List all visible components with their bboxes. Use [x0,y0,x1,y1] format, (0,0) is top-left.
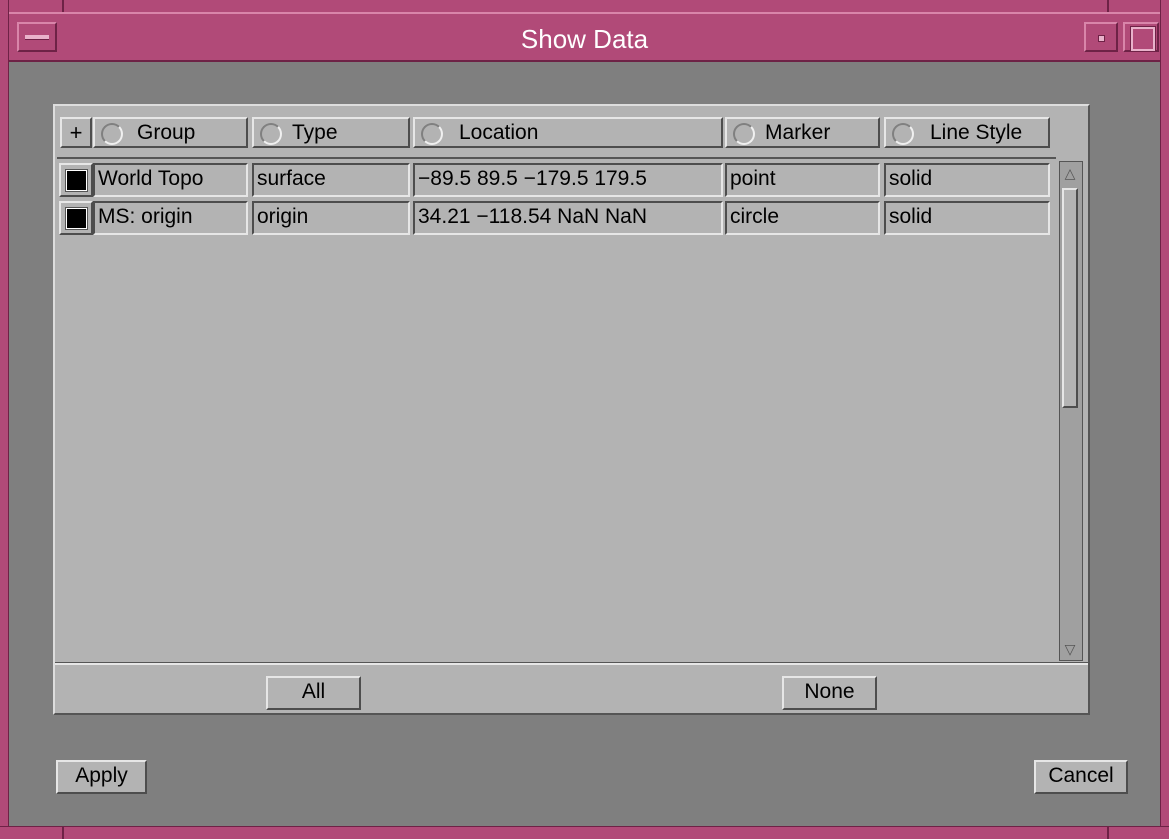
cancel-button[interactable]: Cancel [1034,760,1128,794]
frame-corner-mark [1107,826,1109,839]
column-header-label: Marker [765,121,831,144]
apply-label: Apply [75,764,128,787]
cell-text: circle [730,205,780,228]
frame-corner-mark [1107,0,1109,12]
table-cell-location[interactable]: −89.5 89.5 −179.5 179.5 [413,163,723,197]
cell-text: point [730,167,776,190]
minimize-icon [1098,35,1105,42]
column-header-type[interactable]: Type [252,117,410,148]
cancel-label: Cancel [1048,764,1114,787]
maximize-icon [1130,26,1156,52]
window-frame-bottom[interactable] [0,826,1169,839]
frame-corner-mark [62,0,64,12]
table-cell-group[interactable]: World Topo [93,163,248,197]
table-cell-type[interactable]: origin [252,201,410,235]
sort-radio-line-style[interactable] [892,123,914,145]
cell-text: World Topo [98,167,204,190]
select-all-button[interactable]: All [266,676,361,710]
table-cell-marker[interactable]: circle [725,201,880,235]
cell-text: origin [257,205,309,228]
window-frame-right[interactable] [1160,0,1169,839]
cell-text: 34.21 −118.54 NaN NaN [418,205,648,228]
column-header-marker[interactable]: Marker [725,117,880,148]
apply-button[interactable]: Apply [56,760,147,794]
select-all-label: All [301,680,326,703]
sort-radio-type[interactable] [260,123,282,145]
table-cell-marker[interactable]: point [725,163,880,197]
select-none-button[interactable]: None [782,676,877,710]
cell-text: solid [889,167,933,190]
cell-text: MS: origin [98,205,193,228]
scroll-thumb[interactable] [1062,188,1078,408]
table-cell-line-style[interactable]: solid [884,201,1050,235]
column-header-group[interactable]: Group [93,117,248,148]
column-header-label: Type [292,121,338,144]
cell-text: −89.5 89.5 −179.5 179.5 [418,167,647,190]
sort-radio-marker[interactable] [733,123,755,145]
divider [55,662,1088,665]
maximize-button[interactable] [1123,22,1159,52]
column-header-label: Line Style [930,121,1023,144]
table-cell-group[interactable]: MS: origin [93,201,248,235]
minimize-button[interactable] [1084,22,1118,52]
sort-radio-group[interactable] [101,123,123,145]
frame-corner-mark [62,826,64,839]
vertical-scrollbar[interactable]: △ ▽ [1059,161,1083,661]
scroll-up-icon[interactable]: △ [1062,164,1078,182]
sort-radio-location[interactable] [421,123,443,145]
window-frame-top[interactable] [0,0,1169,12]
add-data-button[interactable]: + [60,117,92,148]
column-header-location[interactable]: Location [413,117,723,148]
table-cell-line-style[interactable]: solid [884,163,1050,197]
column-header-label: Location [459,121,539,144]
color-swatch [65,169,88,192]
scroll-down-icon[interactable]: ▽ [1062,640,1078,658]
row-visibility-toggle[interactable] [59,201,93,235]
cell-text: surface [257,167,326,190]
window-frame-left[interactable] [0,0,9,839]
color-swatch [65,207,88,230]
row-visibility-toggle[interactable] [59,163,93,197]
add-data-label: + [69,120,83,145]
column-header-line-style[interactable]: Line Style [884,117,1050,148]
show-data-window: Show Data + Group Type Location Marker L… [0,0,1169,839]
cell-text: solid [889,205,933,228]
window-title: Show Data [520,24,649,54]
table-cell-type[interactable]: surface [252,163,410,197]
column-header-label: Group [137,121,196,144]
table-cell-location[interactable]: 34.21 −118.54 NaN NaN [413,201,723,235]
select-none-label: None [804,680,855,703]
title-bar[interactable]: Show Data [9,12,1160,62]
